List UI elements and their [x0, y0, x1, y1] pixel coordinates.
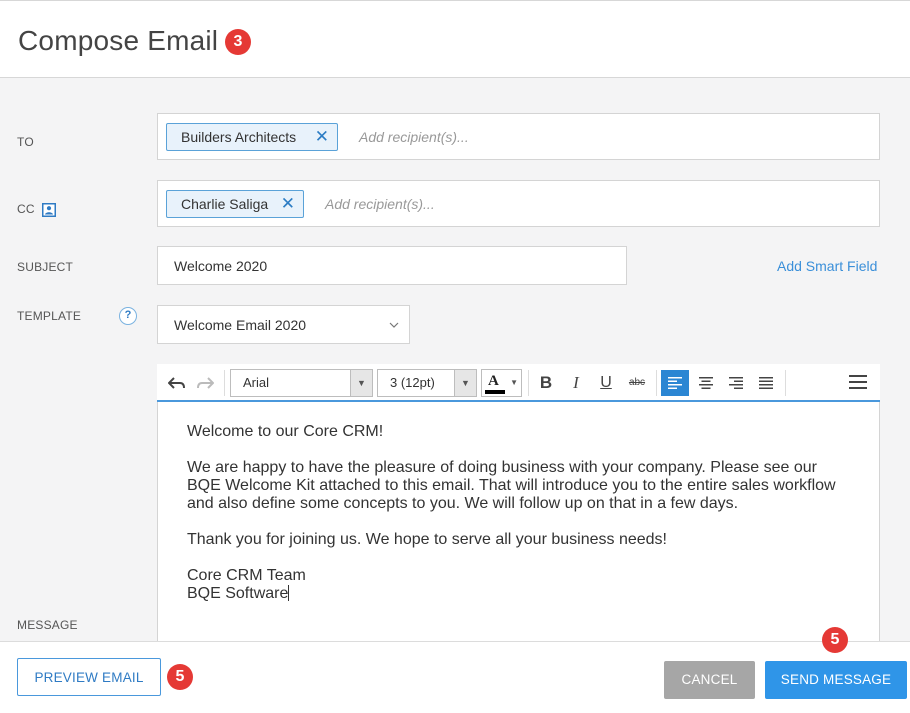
- bold-button[interactable]: B: [534, 370, 558, 396]
- align-right-button[interactable]: [722, 370, 750, 396]
- chevron-down-icon: ▼: [350, 370, 372, 396]
- subject-input[interactable]: Welcome 2020: [157, 246, 627, 285]
- cc-recipient-chip: Charlie Saliga ✕: [166, 190, 304, 218]
- font-color-select[interactable]: A ▼: [481, 369, 522, 397]
- message-label: MESSAGE: [17, 618, 78, 632]
- font-color-swatch: [485, 390, 505, 394]
- subject-value: Welcome 2020: [174, 258, 268, 274]
- step-badge: 5: [167, 664, 193, 690]
- chevron-down-icon: ▼: [454, 370, 476, 396]
- align-center-button[interactable]: [692, 370, 720, 396]
- to-recipient-chip: Builders Architects ✕: [166, 123, 338, 151]
- page-header: Compose Email 3: [0, 0, 910, 78]
- italic-button[interactable]: I: [564, 370, 588, 396]
- step-badge: 5: [822, 627, 848, 653]
- align-left-button[interactable]: [661, 370, 689, 396]
- message-paragraph: Thank you for joining us. We hope to ser…: [187, 531, 667, 548]
- cc-recipient-label: Charlie Saliga: [181, 196, 269, 212]
- chevron-down-icon: ▼: [510, 378, 518, 387]
- to-field[interactable]: Builders Architects ✕ Add recipient(s)..…: [157, 113, 880, 160]
- chevron-down-icon: [389, 322, 399, 328]
- step-badge: 3: [225, 29, 251, 55]
- font-size-value: 3 (12pt): [390, 375, 435, 390]
- to-recipient-label: Builders Architects: [181, 129, 297, 145]
- template-select[interactable]: Welcome Email 2020: [157, 305, 410, 344]
- editor-toolbar: Arial ▼ 3 (12pt) ▼ A ▼ B I U abc: [157, 364, 880, 402]
- footer-bar: PREVIEW EMAIL 5 CANCEL SEND MESSAGE: [0, 641, 910, 713]
- subject-label: SUBJECT: [17, 260, 74, 274]
- font-family-value: Arial: [243, 375, 270, 390]
- toolbar-divider: [528, 370, 529, 396]
- message-paragraph: We are happy to have the pleasure of doi…: [187, 459, 836, 512]
- signature-line: BQE Software: [187, 585, 289, 602]
- message-paragraph: Core CRM Team: [187, 567, 306, 584]
- hamburger-menu-icon: [849, 375, 867, 389]
- message-paragraph: BQE Software: [187, 585, 847, 603]
- undo-button[interactable]: [165, 370, 189, 396]
- cc-input-placeholder[interactable]: Add recipient(s)...: [325, 196, 435, 212]
- cc-label: CC: [17, 202, 35, 216]
- cancel-button[interactable]: CANCEL: [664, 661, 755, 699]
- redo-icon: [197, 377, 215, 389]
- to-input-placeholder[interactable]: Add recipient(s)...: [359, 129, 469, 145]
- align-justify-icon: [759, 377, 773, 389]
- toolbar-divider: [656, 370, 657, 396]
- cc-field[interactable]: Charlie Saliga ✕ Add recipient(s)...: [157, 180, 880, 227]
- template-label: TEMPLATE: [17, 309, 82, 323]
- contact-picker-icon[interactable]: [42, 203, 56, 217]
- add-smart-field-link[interactable]: Add Smart Field: [777, 258, 877, 274]
- align-left-icon: [668, 377, 682, 389]
- align-center-icon: [699, 377, 713, 389]
- send-message-button[interactable]: SEND MESSAGE: [765, 661, 907, 699]
- message-paragraph: Welcome to our Core CRM!: [187, 423, 384, 440]
- to-label: TO: [17, 135, 34, 149]
- underline-button[interactable]: U: [594, 370, 618, 396]
- redo-button[interactable]: [193, 370, 217, 396]
- toolbar-divider: [224, 370, 225, 396]
- undo-icon: [167, 377, 185, 389]
- help-icon[interactable]: ?: [119, 307, 137, 325]
- remove-recipient-icon[interactable]: ✕: [281, 191, 295, 217]
- preview-email-button[interactable]: PREVIEW EMAIL: [17, 658, 161, 696]
- align-right-icon: [729, 377, 743, 389]
- align-justify-button[interactable]: [752, 370, 780, 396]
- text-cursor: [288, 585, 290, 601]
- page-title: Compose Email: [18, 25, 219, 56]
- font-family-select[interactable]: Arial ▼: [230, 369, 373, 397]
- more-options-button[interactable]: [845, 370, 871, 396]
- template-selected-value: Welcome Email 2020: [174, 317, 307, 333]
- remove-recipient-icon[interactable]: ✕: [315, 124, 329, 150]
- toolbar-divider: [785, 370, 786, 396]
- message-editor[interactable]: Welcome to our Core CRM! We are happy to…: [157, 402, 880, 642]
- font-size-select[interactable]: 3 (12pt) ▼: [377, 369, 477, 397]
- strikethrough-button[interactable]: abc: [623, 370, 651, 396]
